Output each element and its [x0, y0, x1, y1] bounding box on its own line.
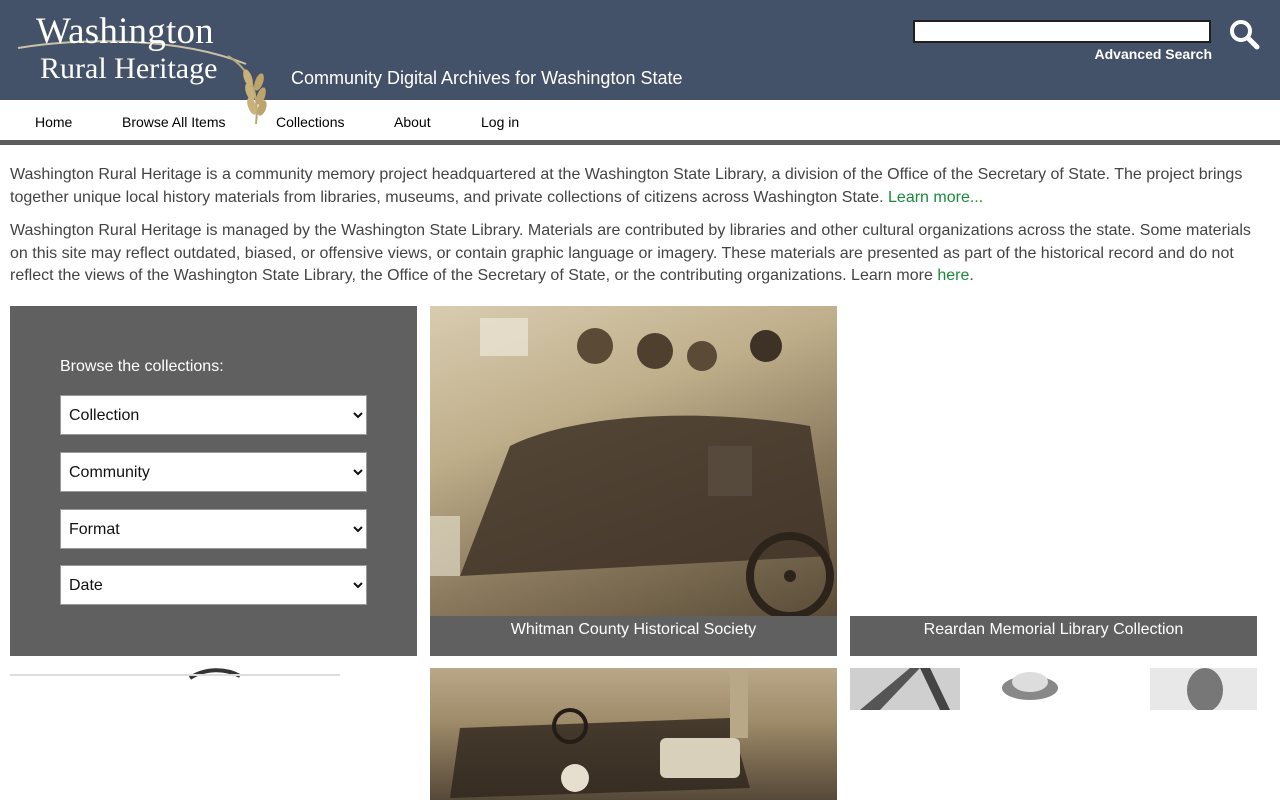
collection-caption: Whitman County Historical Society	[430, 616, 837, 656]
site-header: Washington Rural Heritage Community Digi…	[0, 0, 1280, 125]
site-tagline: Community Digital Archives for Washingto…	[291, 68, 683, 88]
search-input[interactable]	[913, 20, 1211, 43]
intro-paragraph-2: Washington Rural Heritage is managed by …	[10, 220, 1260, 288]
collection-tile-partial-middle[interactable]	[430, 668, 837, 800]
collection-tile-partial-left[interactable]	[10, 668, 417, 800]
collection-select[interactable]: Collection	[60, 395, 367, 435]
logo-text-line1: Washington	[36, 11, 214, 52]
collection-caption: Reardan Memorial Library Collection	[850, 616, 1257, 656]
community-select[interactable]: Community	[60, 452, 367, 492]
collection-tile-reardan[interactable]: Reardan Memorial Library Collection	[850, 306, 1257, 656]
site-logo[interactable]: Washington Rural Heritage	[16, 8, 276, 126]
logo-text-line2: Rural Heritage	[40, 52, 218, 85]
intro-text-2-end: .	[969, 267, 974, 284]
advanced-search-link[interactable]: Advanced Search	[1095, 46, 1213, 62]
portrait-photo-fragment	[850, 668, 1257, 710]
intro-paragraph-1: Washington Rural Heritage is a community…	[10, 164, 1260, 209]
nav-log-in[interactable]: Log in	[481, 114, 519, 130]
format-select[interactable]: Format	[60, 509, 367, 549]
browse-title: Browse the collections:	[60, 358, 224, 375]
nav-about[interactable]: About	[394, 114, 431, 130]
browse-panel: Browse the collections: Collection Commu…	[10, 306, 417, 656]
search-icon[interactable]	[1228, 18, 1260, 50]
intro-text-2: Washington Rural Heritage is managed by …	[10, 222, 1251, 284]
collection-tile-partial-right[interactable]	[850, 668, 1257, 710]
here-link[interactable]: here	[937, 267, 969, 284]
collection-photo	[430, 306, 837, 620]
truck-photo-icon	[430, 668, 837, 800]
collection-photo-fragment	[10, 668, 340, 680]
car-photo-icon	[430, 318, 834, 620]
date-select[interactable]: Date	[60, 565, 367, 605]
learn-more-link[interactable]: Learn more...	[888, 189, 983, 206]
intro-text-1: Washington Rural Heritage is a community…	[10, 166, 1243, 206]
collection-tile-whitman[interactable]: Whitman County Historical Society	[430, 306, 837, 656]
nav-collections[interactable]: Collections	[276, 114, 344, 130]
